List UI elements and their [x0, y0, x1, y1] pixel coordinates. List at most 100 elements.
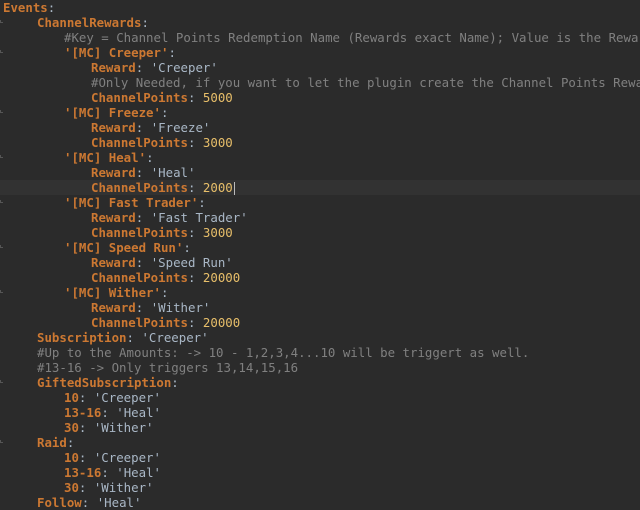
yaml-separator: :: [66, 435, 75, 450]
code-line[interactable]: ChannelPoints: 5000: [0, 90, 640, 105]
yaml-string-value: 'Freeze': [150, 120, 211, 135]
yaml-separator: :: [135, 255, 151, 270]
yaml-key: Follow: [37, 495, 82, 510]
yaml-string-value: 'Heal': [116, 465, 161, 480]
yaml-number-value: 5000: [202, 90, 233, 105]
yaml-key: GiftedSubscription: [37, 375, 172, 390]
yaml-string-value: 'Wither': [93, 480, 154, 495]
yaml-key: 13-16: [64, 465, 102, 480]
code-line[interactable]: ChannelPoints: 20000: [0, 270, 640, 285]
code-line[interactable]: '[MC] Wither':: [0, 285, 640, 300]
yaml-string-value: 'Fast Trader': [150, 210, 248, 225]
yaml-key: ChannelRewards: [37, 15, 142, 30]
yaml-key: ChannelPoints: [91, 135, 188, 150]
code-line[interactable]: 30: 'Wither': [0, 420, 640, 435]
yaml-separator: :: [198, 195, 206, 210]
code-line[interactable]: 30: 'Wither': [0, 480, 640, 495]
yaml-comment: #Up to the Amounts: -> 10 - 1,2,3,4...10…: [37, 345, 530, 360]
yaml-separator: :: [101, 465, 117, 480]
code-line[interactable]: Raid:: [0, 435, 640, 450]
code-line[interactable]: '[MC] Heal':: [0, 150, 640, 165]
yaml-separator: :: [187, 135, 203, 150]
code-line[interactable]: Reward: 'Speed Run': [0, 255, 640, 270]
yaml-key: Events: [3, 0, 48, 15]
yaml-separator: :: [160, 105, 169, 120]
fold-marker-icon[interactable]: [0, 50, 3, 53]
yaml-string-value: 'Creeper': [93, 390, 161, 405]
code-line[interactable]: '[MC] Creeper':: [0, 45, 640, 60]
yaml-string-value: 'Wither': [150, 300, 211, 315]
yaml-key: Reward: [91, 210, 136, 225]
yaml-string-value: 'Speed Run': [150, 255, 233, 270]
yaml-separator: :: [78, 450, 94, 465]
code-line[interactable]: GiftedSubscription:: [0, 375, 640, 390]
yaml-key: '[MC] Heal': [64, 150, 147, 165]
yaml-separator: :: [171, 375, 179, 390]
yaml-key: ChannelPoints: [91, 225, 188, 240]
code-line[interactable]: ChannelPoints: 3000: [0, 135, 640, 150]
fold-marker-icon[interactable]: [0, 110, 3, 113]
code-line[interactable]: Reward: 'Creeper': [0, 60, 640, 75]
current-code-line[interactable]: ChannelPoints: 2000: [0, 180, 640, 195]
code-line[interactable]: Reward: 'Freeze': [0, 120, 640, 135]
yaml-separator: :: [187, 315, 203, 330]
yaml-string-value: 'Heal': [96, 495, 142, 510]
fold-marker-icon[interactable]: [0, 290, 3, 293]
code-line[interactable]: Events:: [0, 0, 640, 15]
yaml-key: 30: [64, 420, 79, 435]
fold-marker-icon[interactable]: [0, 20, 3, 23]
code-line[interactable]: ChannelRewards:: [0, 15, 640, 30]
yaml-key: 13-16: [64, 405, 102, 420]
code-line[interactable]: Reward: 'Wither': [0, 300, 640, 315]
yaml-separator: :: [187, 225, 203, 240]
yaml-separator: :: [160, 285, 169, 300]
yaml-key: '[MC] Creeper': [64, 45, 169, 60]
code-line[interactable]: '[MC] Freeze':: [0, 105, 640, 120]
yaml-string-value: 'Creeper': [141, 330, 209, 345]
code-line[interactable]: 10: 'Creeper': [0, 450, 640, 465]
fold-marker-icon[interactable]: [0, 155, 3, 158]
yaml-key: '[MC] Fast Trader': [64, 195, 199, 210]
yaml-string-value: 'Creeper': [93, 450, 161, 465]
code-line[interactable]: Reward: 'Fast Trader': [0, 210, 640, 225]
code-line[interactable]: #Only Needed, if you want to let the plu…: [0, 75, 640, 90]
yaml-key: ChannelPoints: [91, 180, 188, 195]
yaml-separator: :: [126, 330, 142, 345]
yaml-number-value: 20000: [202, 270, 241, 285]
code-line[interactable]: Follow: 'Heal': [0, 495, 640, 510]
yaml-key: ChannelPoints: [91, 270, 188, 285]
yaml-separator: :: [81, 495, 97, 510]
code-line[interactable]: ChannelPoints: 20000: [0, 315, 640, 330]
fold-marker-icon[interactable]: [0, 380, 3, 383]
fold-marker-icon[interactable]: [0, 200, 3, 203]
yaml-comment: #Key = Channel Points Redemption Name (R…: [64, 30, 640, 45]
code-line[interactable]: 10: 'Creeper': [0, 390, 640, 405]
yaml-separator: :: [141, 15, 149, 30]
fold-marker-icon[interactable]: [0, 245, 3, 248]
code-line[interactable]: #Key = Channel Points Redemption Name (R…: [0, 30, 640, 45]
code-line[interactable]: 13-16: 'Heal': [0, 465, 640, 480]
yaml-key: Reward: [91, 120, 136, 135]
yaml-separator: :: [187, 90, 203, 105]
fold-marker-icon[interactable]: [0, 440, 3, 443]
code-line[interactable]: Reward: 'Heal': [0, 165, 640, 180]
yaml-number-value: 3000: [202, 135, 233, 150]
yaml-key: '[MC] Freeze': [64, 105, 161, 120]
yaml-key: 10: [64, 450, 79, 465]
yaml-key: Raid: [37, 435, 67, 450]
yaml-separator: :: [135, 210, 151, 225]
code-line[interactable]: '[MC] Fast Trader':: [0, 195, 640, 210]
yaml-separator: :: [187, 180, 203, 195]
code-line[interactable]: ChannelPoints: 3000: [0, 225, 640, 240]
yaml-key: 10: [64, 390, 79, 405]
yaml-separator: :: [135, 300, 151, 315]
code-line[interactable]: #Up to the Amounts: -> 10 - 1,2,3,4...10…: [0, 345, 640, 360]
code-editor[interactable]: Events: ChannelRewards: #Key = Channel P…: [0, 0, 640, 510]
yaml-string-value: 'Wither': [93, 420, 154, 435]
code-line[interactable]: #13-16 -> Only triggers 13,14,15,16: [0, 360, 640, 375]
code-line[interactable]: '[MC] Speed Run':: [0, 240, 640, 255]
code-line[interactable]: 13-16: 'Heal': [0, 405, 640, 420]
code-line[interactable]: Subscription: 'Creeper': [0, 330, 640, 345]
yaml-separator: :: [101, 405, 117, 420]
yaml-string-value: 'Heal': [116, 405, 161, 420]
